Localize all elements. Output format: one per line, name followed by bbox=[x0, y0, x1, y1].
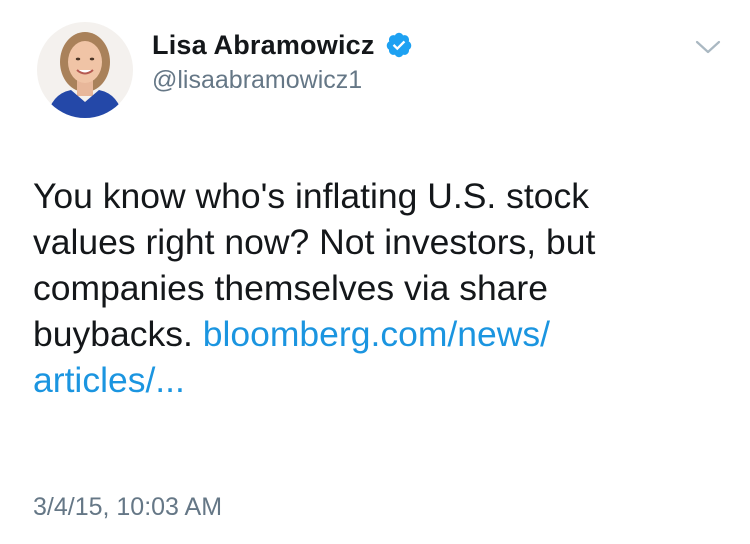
tweet-link-continued[interactable]: articles/... bbox=[33, 360, 185, 400]
author-handle[interactable]: @lisaabramowicz1 bbox=[152, 66, 362, 95]
tweet-text: You know who's inflating U.S. stock valu… bbox=[33, 173, 723, 403]
chevron-down-icon[interactable] bbox=[694, 36, 722, 58]
avatar-image bbox=[37, 22, 133, 118]
author-row: Lisa Abramowicz bbox=[152, 28, 413, 62]
avatar[interactable] bbox=[37, 22, 133, 118]
author-display-name[interactable]: Lisa Abramowicz bbox=[152, 30, 375, 61]
tweet-timestamp[interactable]: 3/4/15, 10:03 AM bbox=[33, 493, 222, 522]
tweet-link[interactable]: bloomberg.com/news/ bbox=[203, 314, 550, 354]
tweet-text-line: articles/... bbox=[33, 357, 723, 403]
tweet-card: Lisa Abramowicz @lisaabramowicz1 You kno… bbox=[0, 0, 750, 544]
tweet-text-line: companies themselves via share bbox=[33, 268, 548, 308]
verified-badge-icon bbox=[385, 31, 413, 59]
tweet-text-segment: buybacks. bbox=[33, 314, 193, 354]
tweet-text-line: You know who's inflating U.S. stock bbox=[33, 176, 590, 216]
tweet-text-line-with-link: buybacks. bloomberg.com/news/ bbox=[33, 311, 723, 357]
tweet-text-line: values right now? Not investors, but bbox=[33, 222, 596, 262]
